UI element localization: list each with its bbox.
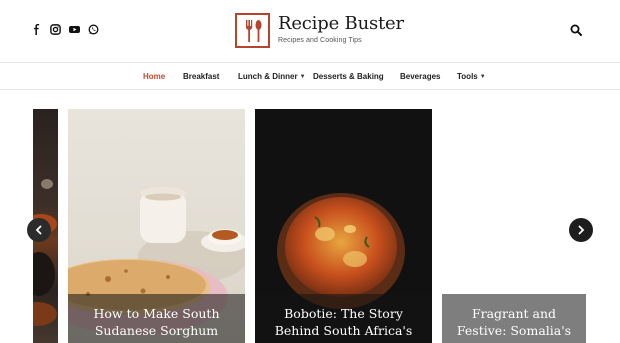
social-links [31,24,99,35]
nav-item-desserts-baking[interactable]: Desserts & Baking [313,72,384,81]
card-title[interactable]: How to Make South Sudanese Sorghum Bread [76,305,237,343]
slider-next-button[interactable] [569,218,593,242]
nav-item-tools[interactable]: Tools ▼ [457,72,486,81]
slider-card[interactable]: Bobotie: The Story Behind South Africa's… [255,109,432,343]
slider-prev-button[interactable] [27,218,51,242]
search-icon[interactable] [570,24,582,36]
site-header: Recipe Buster Recipes and Cooking Tips [0,0,620,62]
featured-slider: How to Make South Sudanese Sorghum Bread… [0,90,620,343]
main-nav: Home Breakfast Lunch & Dinner ▼ Desserts … [0,62,620,90]
nav-item-lunch-dinner[interactable]: Lunch & Dinner ▼ [238,72,306,81]
site-logo[interactable]: Recipe Buster Recipes and Cooking Tips [235,13,404,48]
nav-item-beverages[interactable]: Beverages [400,72,440,81]
nav-item-home[interactable]: Home [143,72,165,81]
site-tagline: Recipes and Cooking Tips [278,37,362,44]
whatsapp-icon[interactable] [88,24,99,35]
slider-card[interactable]: How to Make South Sudanese Sorghum Bread [68,109,245,343]
nav-item-breakfast[interactable]: Breakfast [183,72,219,81]
youtube-icon[interactable] [69,24,80,35]
card-title[interactable]: Fragrant and Festive: Somalia's Bariis I… [450,305,578,343]
chevron-right-icon [578,225,585,235]
chevron-down-icon: ▼ [479,74,486,80]
chevron-down-icon: ▼ [299,74,306,80]
instagram-icon[interactable] [50,24,61,35]
fork-spoon-icon [235,13,270,48]
site-title[interactable]: Recipe Buster [278,13,404,35]
card-title[interactable]: Bobotie: The Story Behind South Africa's… [263,305,424,343]
facebook-icon[interactable] [31,24,42,35]
slider-card[interactable]: Fragrant and Festive: Somalia's Bariis I… [442,109,586,343]
chevron-left-icon [35,225,42,235]
